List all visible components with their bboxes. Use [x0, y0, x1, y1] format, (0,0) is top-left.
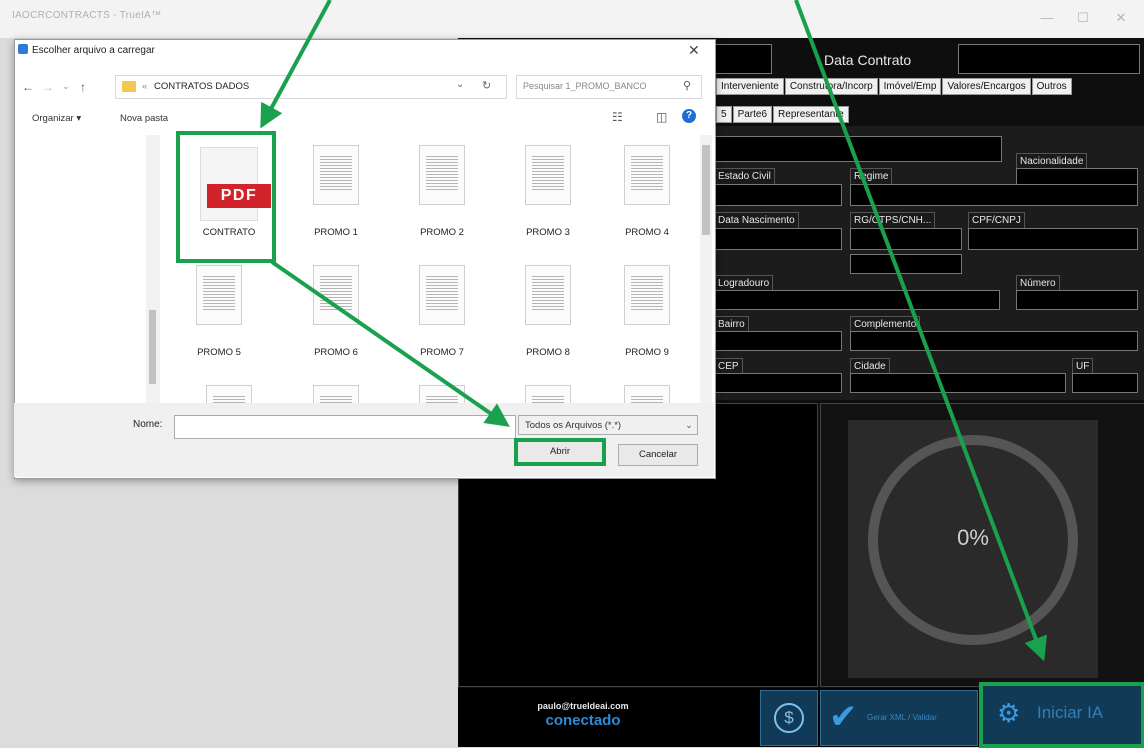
arrow-to-start-ai	[794, 0, 1048, 662]
arrow-to-contrato	[260, 0, 332, 129]
arrow-to-open-button	[270, 260, 510, 427]
tutorial-arrows	[260, 0, 1048, 662]
